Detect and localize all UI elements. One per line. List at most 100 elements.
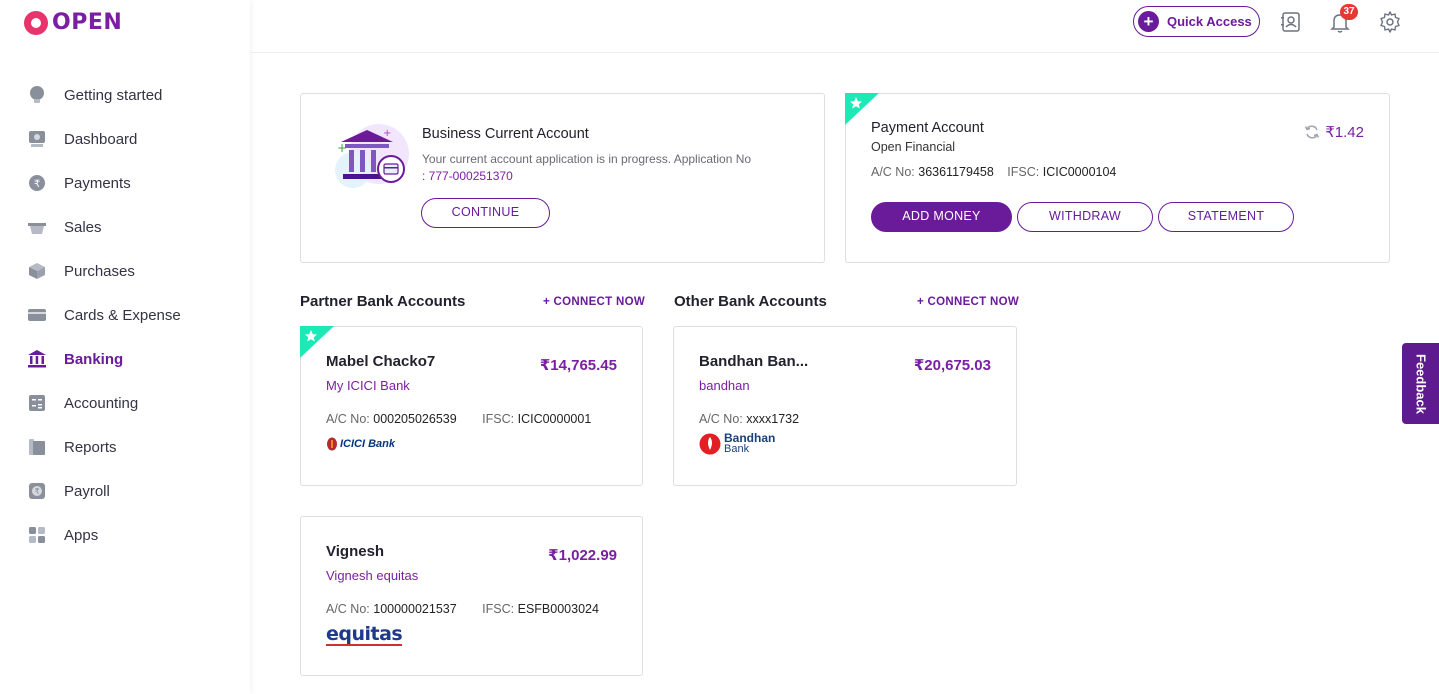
- dashboard-icon: [27, 129, 47, 149]
- sidebar-item-sales[interactable]: Sales: [0, 205, 250, 249]
- account-details: A/C No: 100000021537 IFSC: ESFB0003024: [326, 602, 599, 616]
- svg-text:₹: ₹: [34, 487, 39, 496]
- sidebar-item-label: Cards & Expense: [64, 306, 181, 324]
- quick-access-label: Quick Access: [1167, 14, 1252, 29]
- sidebar-item-label: Payments: [64, 174, 131, 192]
- sidebar-item-apps[interactable]: Apps: [0, 513, 250, 557]
- bank-building-illustration: + +: [331, 124, 415, 201]
- business-account-card: + + Business Current Account Your curren…: [300, 93, 825, 263]
- sidebar-item-reports[interactable]: Reports: [0, 425, 250, 469]
- continue-button[interactable]: CONTINUE: [421, 198, 550, 228]
- account-holder-name: Mabel Chacko7: [326, 353, 436, 370]
- account-balance: ₹14,765.45: [539, 357, 617, 374]
- box-icon: [27, 261, 47, 281]
- equitas-bank-logo: equitas: [326, 623, 403, 646]
- svg-text:₹: ₹: [34, 179, 40, 190]
- ac-number: 000205026539: [373, 412, 457, 426]
- bank-account-card[interactable]: Vignesh Vignesh equitas ₹1,022.99 A/C No…: [300, 516, 643, 676]
- top-header: + Quick Access 37: [250, 0, 1439, 53]
- basket-icon: [27, 217, 47, 237]
- ifsc-code: ICIC0000104: [1042, 165, 1117, 179]
- payment-balance: ₹1.42: [1325, 124, 1364, 141]
- add-money-button[interactable]: ADD MONEY: [871, 202, 1012, 232]
- account-balance: ₹1,022.99: [548, 547, 617, 564]
- ac-label: A/C No:: [326, 602, 370, 616]
- bandhan-logo-icon: [699, 433, 721, 455]
- ac-label: A/C No:: [699, 412, 743, 426]
- logo-text: Bank: [724, 443, 750, 455]
- sidebar-nav: Getting started Dashboard ₹ Payments Sal…: [0, 73, 250, 557]
- withdraw-button[interactable]: WITHDRAW: [1017, 202, 1153, 232]
- icici-bank-logo: ICICI Bank: [326, 437, 395, 451]
- partner-bank-accounts-title: Partner Bank Accounts: [300, 293, 466, 310]
- icici-logo-icon: [327, 437, 337, 451]
- sidebar-item-label: Sales: [64, 218, 102, 236]
- account-details: A/C No: xxxx1732: [699, 412, 799, 426]
- sidebar-item-label: Payroll: [64, 482, 110, 500]
- sidebar-item-payments[interactable]: ₹ Payments: [0, 161, 250, 205]
- calculator-icon: [27, 393, 47, 413]
- account-balance: ₹20,675.03: [913, 357, 991, 374]
- card-icon: [27, 305, 47, 325]
- account-bank-name: bandhan: [699, 378, 750, 393]
- sidebar-item-cards-expense[interactable]: Cards & Expense: [0, 293, 250, 337]
- business-account-title: Business Current Account: [422, 126, 589, 142]
- ifsc-label: IFSC:: [482, 602, 515, 616]
- bank-icon: [27, 349, 47, 369]
- account-bank-name: My ICICI Bank: [326, 378, 410, 393]
- apps-icon: [27, 525, 47, 545]
- logo-text: equitas: [326, 623, 403, 646]
- account-details: A/C No: 000205026539 IFSC: ICIC0000001: [326, 412, 591, 426]
- sidebar-item-label: Getting started: [64, 86, 163, 104]
- partner-connect-now-link[interactable]: + CONNECT NOW: [543, 296, 645, 308]
- application-status: Your current account application is in p…: [422, 151, 802, 185]
- sidebar-item-getting-started[interactable]: Getting started: [0, 73, 250, 117]
- other-connect-now-link[interactable]: + CONNECT NOW: [917, 296, 1019, 308]
- payment-account-card: Payment Account Open Financial ₹1.42 A/C…: [845, 93, 1390, 263]
- ifsc-label: IFSC:: [1007, 165, 1040, 179]
- sidebar-item-label: Banking: [64, 350, 124, 368]
- ac-label: A/C No:: [871, 165, 915, 179]
- ifsc-code: ICIC0000001: [517, 412, 592, 426]
- feedback-label: Feedback: [1413, 353, 1428, 414]
- sidebar: OPEN Getting started Dashboard ₹ Payment…: [0, 0, 250, 694]
- svg-text:+: +: [383, 128, 391, 139]
- sidebar-item-label: Purchases: [64, 262, 135, 280]
- application-message: Your current account application is in p…: [422, 152, 752, 166]
- sidebar-item-banking[interactable]: Banking: [0, 337, 250, 381]
- application-number: : 777-000251370: [422, 169, 513, 183]
- sidebar-item-label: Apps: [64, 526, 99, 544]
- ac-number: 100000021537: [373, 602, 457, 616]
- bank-account-card[interactable]: Bandhan Ban... bandhan ₹20,675.03 A/C No…: [673, 326, 1017, 486]
- sidebar-item-accounting[interactable]: Accounting: [0, 381, 250, 425]
- reports-icon: [27, 437, 47, 457]
- open-logo[interactable]: OPEN: [24, 10, 122, 35]
- bandhan-bank-logo: Bandhan Bank: [699, 432, 775, 455]
- notification-badge: 37: [1340, 4, 1358, 20]
- ifsc-code: ESFB0003024: [517, 602, 599, 616]
- ac-number: xxxx1732: [746, 412, 800, 426]
- ac-label: A/C No:: [326, 412, 370, 426]
- payment-account-title: Payment Account: [871, 120, 984, 136]
- sidebar-item-dashboard[interactable]: Dashboard: [0, 117, 250, 161]
- logo-text: OPEN: [52, 10, 123, 35]
- account-bank-name: Vignesh equitas: [326, 568, 419, 583]
- bandhan-logo-text: Bandhan Bank: [724, 432, 775, 455]
- logo-text: ICICI Bank: [340, 438, 396, 450]
- account-holder-name: Bandhan Ban...: [699, 353, 809, 370]
- sidebar-item-purchases[interactable]: Purchases: [0, 249, 250, 293]
- contacts-book-icon[interactable]: [1279, 10, 1303, 34]
- bank-account-card[interactable]: Mabel Chacko7 My ICICI Bank ₹14,765.45 A…: [300, 326, 643, 486]
- gear-icon[interactable]: [1378, 10, 1402, 34]
- sidebar-item-label: Accounting: [64, 394, 139, 412]
- ifsc-label: IFSC:: [482, 412, 515, 426]
- account-holder-name: Vignesh: [326, 543, 385, 560]
- ac-number: 36361179458: [918, 165, 994, 179]
- refresh-icon[interactable]: [1304, 124, 1320, 145]
- feedback-tab[interactable]: Feedback: [1402, 343, 1439, 424]
- sidebar-item-payroll[interactable]: ₹ Payroll: [0, 469, 250, 513]
- open-logo-icon: [24, 10, 48, 35]
- statement-button[interactable]: STATEMENT: [1158, 202, 1294, 232]
- other-bank-accounts-title: Other Bank Accounts: [674, 293, 827, 310]
- quick-access-button[interactable]: + Quick Access: [1133, 6, 1260, 37]
